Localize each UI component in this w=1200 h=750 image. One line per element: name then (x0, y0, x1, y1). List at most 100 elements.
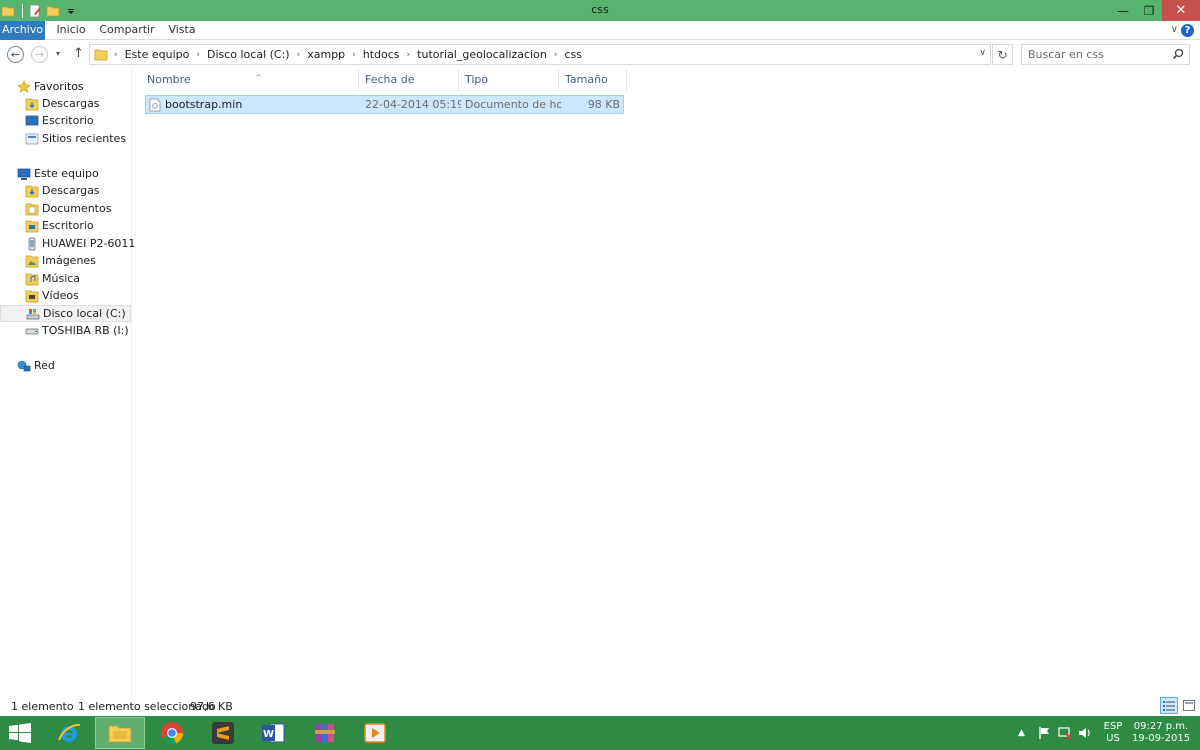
clock-date: 19-09-2015 (1131, 733, 1191, 744)
sidebar-item-documentos[interactable]: Documentos (0, 200, 131, 217)
language-code: ESP (1103, 721, 1123, 732)
tab-compartir[interactable]: Compartir (99, 21, 155, 40)
sidebar-item-escritorio-pc[interactable]: Escritorio (0, 217, 131, 234)
taskbar-file-explorer[interactable] (95, 717, 145, 749)
sidebar-item-red[interactable]: Red (0, 357, 131, 374)
expand-ribbon-button[interactable]: ∨ (1171, 21, 1178, 40)
network-status-icon[interactable] (1057, 725, 1073, 741)
show-hidden-icons-button[interactable]: ▲ (1018, 716, 1025, 750)
new-folder-icon[interactable] (45, 3, 61, 19)
column-header-fecha[interactable]: Fecha de modifica... (359, 69, 459, 108)
breadcrumb-separator[interactable]: › (352, 50, 356, 60)
breadcrumb-separator[interactable]: › (196, 50, 200, 60)
table-row[interactable]: bootstrap.min 22-04-2014 05:19 a... Docu… (145, 95, 624, 114)
sidebar-item-imagenes[interactable]: Imágenes (0, 252, 131, 269)
winrar-icon (315, 724, 335, 742)
large-icons-view-button[interactable] (1180, 697, 1198, 714)
folder-icon (94, 48, 108, 64)
chrome-icon (161, 722, 184, 745)
tab-inicio[interactable]: Inicio (52, 21, 90, 40)
column-header-tipo[interactable]: Tipo (459, 69, 559, 91)
sidebar-item-este-equipo[interactable]: Este equipo (0, 165, 131, 182)
restore-button[interactable]: ❐ (1136, 0, 1162, 21)
sidebar-item-label: Imágenes (42, 254, 96, 267)
sidebar-item-label: Descargas (42, 184, 100, 197)
tab-archivo[interactable]: Archivo (0, 21, 45, 40)
forward-button[interactable]: → (31, 46, 48, 63)
properties-icon[interactable] (27, 3, 43, 19)
taskbar-media-player[interactable] (350, 717, 400, 749)
windows-logo-icon (9, 723, 31, 743)
desktop-folder-icon (25, 219, 39, 233)
usb-drive-icon (25, 324, 39, 338)
tab-vista[interactable]: Vista (164, 21, 200, 40)
breadcrumb-separator[interactable]: › (297, 50, 301, 60)
sidebar-item-label: Red (34, 359, 55, 372)
file-date: 22-04-2014 05:19 a... (365, 98, 461, 111)
sidebar-item-sitios-recientes[interactable]: Sitios recientes (0, 130, 131, 147)
breadcrumb-xampp[interactable]: xampp (307, 48, 345, 61)
back-button[interactable]: ← (7, 46, 24, 63)
selection-size: 97,6 KB (190, 700, 233, 713)
sort-ascending-icon: ^ (255, 73, 262, 82)
file-name: bootstrap.min (165, 98, 243, 111)
help-button[interactable]: ? (1181, 24, 1194, 37)
svg-text:W: W (263, 729, 274, 740)
file-type: Documento de ho... (465, 98, 561, 111)
breadcrumb-este-equipo[interactable]: Este equipo (125, 48, 190, 61)
taskbar: W ▲ ESP US 09:27 p.m. 19-09-2015 (0, 716, 1200, 750)
sidebar-item-escritorio[interactable]: Escritorio (0, 112, 131, 129)
sidebar-item-huawei[interactable]: HUAWEI P2-6011 (0, 235, 135, 252)
search-input[interactable] (1022, 45, 1167, 64)
volume-icon[interactable] (1077, 725, 1093, 741)
sidebar-item-descargas[interactable]: Descargas (0, 95, 131, 112)
details-view-button[interactable] (1160, 697, 1178, 714)
taskbar-chrome[interactable] (147, 717, 197, 749)
customize-toolbar-icon[interactable] (63, 3, 79, 19)
minimize-button[interactable]: — (1110, 0, 1136, 21)
address-history-button[interactable]: ∨ (979, 48, 986, 58)
music-folder-icon (25, 272, 39, 286)
address-bar[interactable]: › Este equipo › Disco local (C:) › xampp… (89, 44, 991, 65)
sidebar-item-videos[interactable]: Vídeos (0, 287, 131, 304)
breadcrumb-css[interactable]: css (564, 48, 582, 61)
internet-explorer-icon (58, 723, 81, 742)
item-count: 1 elemento (11, 700, 74, 713)
recent-locations-button[interactable]: ▾ (56, 49, 60, 58)
column-header-tamano[interactable]: Tamaño (559, 69, 627, 91)
sidebar-item-descargas-pc[interactable]: Descargas (0, 182, 131, 199)
close-button[interactable]: ✕ (1162, 0, 1200, 21)
breadcrumb-separator[interactable]: › (407, 50, 411, 60)
search-box[interactable] (1021, 44, 1190, 65)
taskbar-sublime-text[interactable] (198, 717, 248, 749)
column-header-nombre[interactable]: Nombre ^ (141, 69, 359, 91)
status-bar: 1 elemento 1 elemento seleccionado 97,6 … (0, 695, 1200, 716)
sidebar-item-favoritos[interactable]: Favoritos (0, 78, 131, 95)
language-indicator[interactable]: ESP US (1101, 721, 1125, 745)
start-button[interactable] (8, 722, 32, 744)
taskbar-word[interactable]: W (248, 717, 298, 749)
sidebar-item-disco-local[interactable]: Disco local (C:) (0, 305, 131, 322)
breadcrumb-htdocs[interactable]: htdocs (363, 48, 400, 61)
refresh-button[interactable]: ↻ (992, 44, 1013, 65)
file-list: Nombre ^ Fecha de modifica... Tipo Tamañ… (133, 69, 1200, 695)
downloads-folder-icon (25, 184, 39, 198)
sidebar-item-toshiba[interactable]: TOSHIBA RB (I:) (0, 322, 131, 339)
breadcrumb-tutorial-geolocalizacion[interactable]: tutorial_geolocalizacion (417, 48, 547, 61)
search-icon[interactable] (1172, 48, 1184, 63)
breadcrumb-disco-local[interactable]: Disco local (C:) (207, 48, 290, 61)
action-center-icon[interactable] (1037, 725, 1053, 741)
breadcrumb-separator[interactable]: › (114, 50, 118, 60)
breadcrumb-separator[interactable]: › (554, 50, 558, 60)
taskbar-winrar[interactable] (300, 717, 350, 749)
up-button[interactable]: ↑ (73, 46, 84, 61)
word-icon: W (262, 723, 285, 743)
folder-icon[interactable] (0, 3, 16, 19)
sidebar-item-label: Escritorio (42, 114, 94, 127)
sidebar-item-label: Este equipo (34, 167, 99, 180)
taskbar-internet-explorer[interactable] (44, 717, 94, 749)
clock[interactable]: 09:27 p.m. 19-09-2015 (1131, 721, 1191, 745)
pictures-folder-icon (25, 254, 39, 268)
sidebar-item-musica[interactable]: Música (0, 270, 131, 287)
sidebar-item-label: Disco local (C:) (43, 307, 126, 320)
